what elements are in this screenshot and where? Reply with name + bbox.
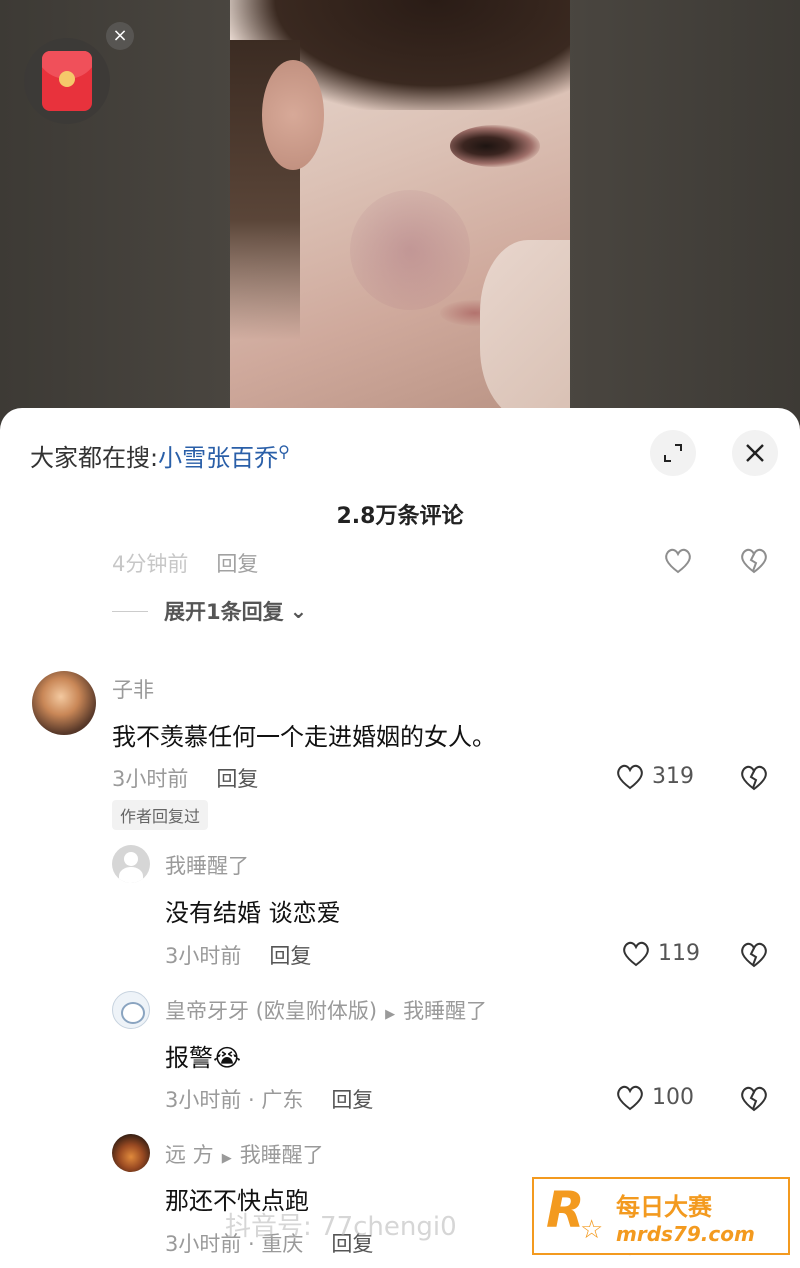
reply-username-text: 皇帝牙牙 (欧皇附体版) — [165, 999, 378, 1023]
red-packet-button[interactable] — [24, 38, 110, 124]
like-count: 100 — [652, 1084, 694, 1110]
comment-count: 2.8万条评论 — [336, 504, 464, 529]
watermark: 抖音号: 77chengi0 — [225, 1212, 457, 1242]
dislike-icon[interactable] — [738, 761, 770, 793]
reply-button[interactable]: 回复 — [216, 552, 258, 576]
reply-time: 3小时前 · 广东 — [165, 1088, 304, 1112]
reply-text[interactable]: 没有结婚 谈恋爱 — [165, 893, 341, 928]
author-replied-badge: 作者回复过 — [112, 800, 209, 830]
like-icon[interactable] — [662, 544, 694, 576]
close-button[interactable] — [732, 430, 778, 476]
reply-to-username: 我睡醒了 — [403, 999, 488, 1023]
dislike-icon[interactable] — [738, 1082, 770, 1114]
comment-username[interactable]: 子非 — [112, 674, 154, 704]
comment-sheet: 大家都在搜:小雪张百乔⚲ 2.8万条评论 4分钟前 回复 展开1条回复 ⌄ 子非 … — [0, 408, 800, 1268]
dislike-icon[interactable] — [738, 938, 770, 970]
comment-time: 4分钟前 — [112, 552, 189, 576]
reply-button[interactable]: 回复 — [269, 944, 311, 968]
expand-replies-label: 展开1条回复 — [164, 600, 284, 624]
like-count: 119 — [658, 940, 700, 966]
expand-replies-button[interactable]: 展开1条回复 ⌄ — [112, 596, 307, 626]
red-packet-close-button[interactable]: × — [106, 22, 134, 50]
search-prefix: 大家都在搜: — [30, 444, 159, 472]
red-packet-icon — [42, 51, 92, 111]
reply-username-text: 远 方 — [165, 1143, 214, 1167]
heart-icon — [623, 941, 649, 967]
dislike-icon[interactable] — [738, 544, 770, 576]
reply-button[interactable]: 回复 — [216, 767, 258, 791]
heart-icon — [617, 764, 643, 790]
reply-to-username: 我睡醒了 — [239, 1143, 324, 1167]
brand-logo-icon: R ☆ — [546, 1181, 604, 1245]
video-background[interactable] — [0, 0, 800, 420]
reply-username[interactable]: 皇帝牙牙 (欧皇附体版) ▶ 我睡醒了 — [165, 995, 487, 1025]
brand-url: mrds79.com — [616, 1221, 755, 1246]
search-term-link[interactable]: 小雪张百乔 — [158, 444, 278, 472]
reply-username[interactable]: 远 方 ▶ 我睡醒了 — [165, 1139, 324, 1169]
comment-time: 3小时前 — [112, 767, 189, 791]
reply-time: 3小时前 — [165, 944, 242, 968]
reply-meta: 3小时前 · 广东 回复 — [165, 1084, 373, 1114]
play-arrow-icon: ▶ — [385, 1007, 396, 1022]
search-suggestion[interactable]: 大家都在搜:小雪张百乔⚲ — [30, 438, 290, 473]
brand-name: 每日大赛 — [616, 1192, 712, 1221]
reply-username[interactable]: 我睡醒了 — [165, 850, 249, 880]
video-frame[interactable] — [230, 0, 570, 410]
play-arrow-icon: ▶ — [221, 1151, 232, 1166]
comment-meta: 3小时前 回复 — [112, 763, 258, 793]
like-button[interactable]: 100 — [614, 1081, 694, 1113]
reply-button[interactable]: 回复 — [331, 1088, 373, 1112]
comment-meta: 4分钟前 回复 — [112, 548, 258, 578]
heart-icon — [617, 1085, 643, 1111]
chevron-down-icon: ⌄ — [289, 599, 308, 623]
expand-button[interactable] — [650, 430, 696, 476]
like-count: 319 — [652, 763, 694, 789]
close-icon — [746, 444, 764, 462]
avatar[interactable] — [112, 1134, 150, 1172]
avatar[interactable] — [112, 991, 150, 1029]
expand-icon — [664, 444, 682, 462]
brand-badge: R ☆ 每日大赛 mrds79.com — [532, 1177, 790, 1255]
like-button[interactable]: 119 — [620, 937, 700, 969]
like-button[interactable]: 319 — [614, 760, 694, 792]
reply-text[interactable]: 报警😭 — [165, 1038, 241, 1073]
comment-text[interactable]: 我不羡慕任何一个走进婚姻的女人。 — [112, 717, 496, 752]
reply-meta: 3小时前 回复 — [165, 940, 311, 970]
avatar[interactable] — [32, 671, 96, 735]
avatar[interactable] — [112, 845, 150, 883]
search-icon: ⚲ — [278, 442, 290, 461]
